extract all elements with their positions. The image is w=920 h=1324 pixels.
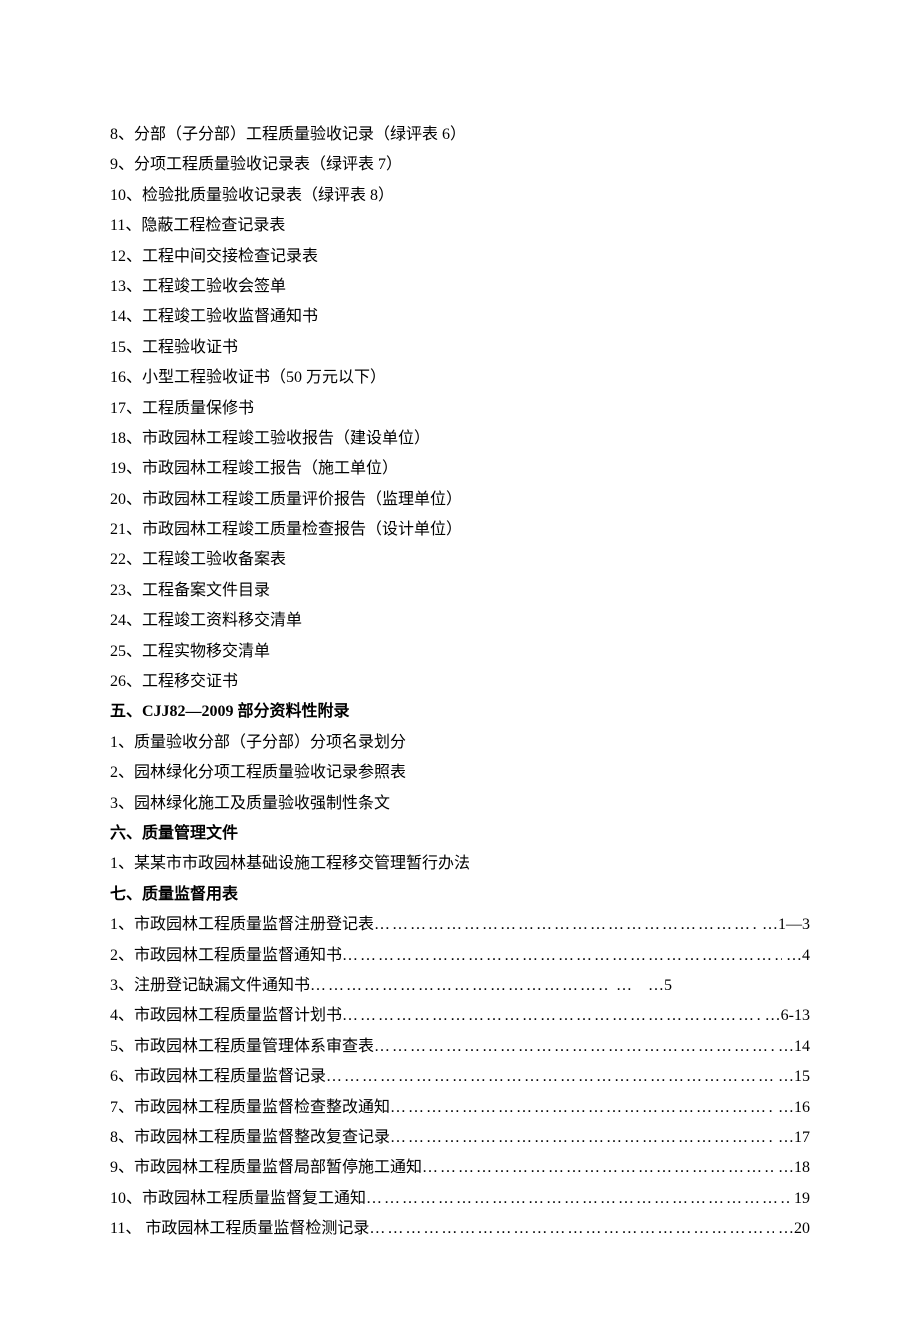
list-item: 8、分部（子分部）工程质量验收记录（绿评表 6） <box>110 120 810 150</box>
section-heading-6: 六、质量管理文件 <box>110 819 810 849</box>
toc-row: 3、注册登记缺漏文件通知书 … …5 <box>110 971 810 1001</box>
list-item: 11、隐蔽工程检查记录表 <box>110 211 810 241</box>
toc-row: 9、市政园林工程质量监督局部暂停施工通知 …18 <box>110 1153 810 1183</box>
toc-leader-dots <box>326 1062 774 1092</box>
list-item: 1、某某市市政园林基础设施工程移交管理暂行办法 <box>110 849 810 879</box>
toc-page: …14 <box>774 1032 810 1062</box>
toc-page: …18 <box>774 1153 810 1183</box>
toc-leader-dots <box>342 1001 761 1031</box>
toc-label: 3、注册登记缺漏文件通知书 <box>110 971 310 1001</box>
section-heading-5: 五、CJJ82—2009 部分资料性附录 <box>110 697 810 727</box>
toc-leader-dots <box>342 941 782 971</box>
toc-page: …6-13 <box>761 1001 810 1031</box>
toc-row: 2、市政园林工程质量监督通知书 …4 <box>110 941 810 971</box>
list-item: 17、工程质量保修书 <box>110 394 810 424</box>
toc-label: 11、 市政园林工程质量监督检测记录 <box>110 1214 369 1244</box>
toc-page: …20 <box>774 1214 810 1244</box>
list-item: 18、市政园林工程竣工验收报告（建设单位） <box>110 424 810 454</box>
toc-label: 6、市政园林工程质量监督记录 <box>110 1062 326 1092</box>
toc-row: 10、市政园林工程质量监督复工通知 19 <box>110 1184 810 1214</box>
list-item: 24、工程竣工资料移交清单 <box>110 606 810 636</box>
toc-page: …1—3 <box>758 910 810 940</box>
toc-row: 6、市政园林工程质量监督记录 …15 <box>110 1062 810 1092</box>
list-item: 20、市政园林工程竣工质量评价报告（监理单位） <box>110 485 810 515</box>
list-item: 23、工程备案文件目录 <box>110 576 810 606</box>
toc-row: 8、市政园林工程质量监督整改复查记录 …17 <box>110 1123 810 1153</box>
toc-row: 7、市政园林工程质量监督检查整改通知 …16 <box>110 1093 810 1123</box>
toc-page: … …5 <box>610 971 678 1001</box>
toc-label: 8、市政园林工程质量监督整改复查记录 <box>110 1123 390 1153</box>
list-item: 9、分项工程质量验收记录表（绿评表 7） <box>110 150 810 180</box>
list-item: 1、质量验收分部（子分部）分项名录划分 <box>110 728 810 758</box>
toc-row: 1、市政园林工程质量监督注册登记表 …1—3 <box>110 910 810 940</box>
list-item: 15、工程验收证书 <box>110 333 810 363</box>
toc-page: …17 <box>774 1123 810 1153</box>
list-item: 22、工程竣工验收备案表 <box>110 545 810 575</box>
toc-row: 11、 市政园林工程质量监督检测记录 …20 <box>110 1214 810 1244</box>
toc-leader-dots <box>374 910 758 940</box>
list-item: 3、园林绿化施工及质量验收强制性条文 <box>110 789 810 819</box>
toc-row: 5、市政园林工程质量管理体系审查表 …14 <box>110 1032 810 1062</box>
toc-page: …15 <box>774 1062 810 1092</box>
list-item: 2、园林绿化分项工程质量验收记录参照表 <box>110 758 810 788</box>
list-item: 16、小型工程验收证书（50 万元以下） <box>110 363 810 393</box>
toc-leader-dots <box>422 1153 774 1183</box>
list-item: 19、市政园林工程竣工报告（施工单位） <box>110 454 810 484</box>
toc-row: 4、市政园林工程质量监督计划书 …6-13 <box>110 1001 810 1031</box>
toc-label: 4、市政园林工程质量监督计划书 <box>110 1001 342 1031</box>
list-item: 14、工程竣工验收监督通知书 <box>110 302 810 332</box>
toc-label: 9、市政园林工程质量监督局部暂停施工通知 <box>110 1153 422 1183</box>
toc-leader-dots <box>366 1184 790 1214</box>
list-item: 25、工程实物移交清单 <box>110 637 810 667</box>
toc-label: 1、市政园林工程质量监督注册登记表 <box>110 910 374 940</box>
toc-leader-dots <box>374 1032 774 1062</box>
toc-label: 5、市政园林工程质量管理体系审查表 <box>110 1032 374 1062</box>
toc-page: …4 <box>782 941 810 971</box>
toc-label: 2、市政园林工程质量监督通知书 <box>110 941 342 971</box>
toc-leader-dots <box>310 971 610 1001</box>
toc-label: 10、市政园林工程质量监督复工通知 <box>110 1184 366 1214</box>
list-item: 10、检验批质量验收记录表（绿评表 8） <box>110 181 810 211</box>
list-item: 13、工程竣工验收会签单 <box>110 272 810 302</box>
toc-page: 19 <box>790 1184 810 1214</box>
toc-label: 7、市政园林工程质量监督检查整改通知 <box>110 1093 390 1123</box>
toc-leader-dots <box>390 1123 774 1153</box>
list-item: 12、工程中间交接检查记录表 <box>110 242 810 272</box>
list-item: 21、市政园林工程竣工质量检查报告（设计单位） <box>110 515 810 545</box>
section-heading-7: 七、质量监督用表 <box>110 880 810 910</box>
toc-leader-dots <box>390 1093 774 1123</box>
toc-leader-dots <box>369 1214 774 1244</box>
toc-page: …16 <box>774 1093 810 1123</box>
list-item: 26、工程移交证书 <box>110 667 810 697</box>
